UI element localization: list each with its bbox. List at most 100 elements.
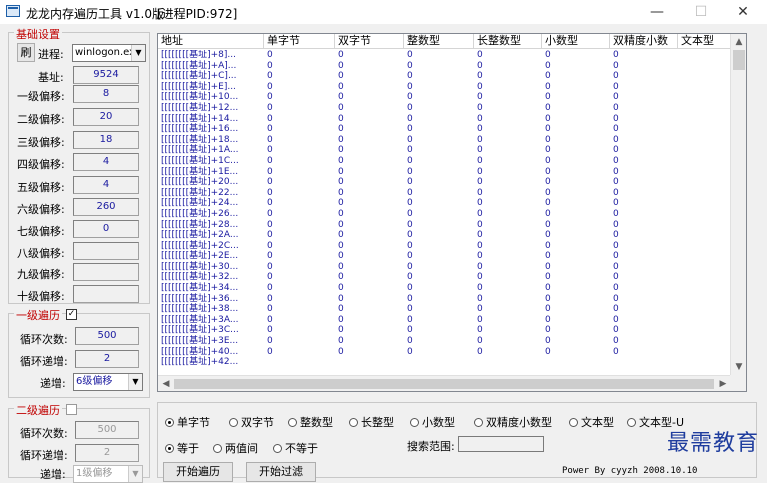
level1-checkbox[interactable]: ✓ [66, 309, 77, 320]
level2-checkbox[interactable] [66, 404, 77, 415]
scroll-right-icon[interactable]: ▶ [715, 376, 731, 391]
table-row[interactable]: [[[[[[[[基址]+30... 0 0 0 0 0 0 [158, 262, 731, 273]
value-cell: 0 [477, 134, 483, 145]
type-radio[interactable]: 文本型 [569, 414, 614, 430]
scroll-up-icon[interactable]: ▲ [731, 34, 746, 50]
start-filter-button[interactable]: 开始过滤 [246, 462, 316, 482]
table-row[interactable]: [[[[[[[[基址]+28... 0 0 0 0 0 0 [158, 220, 731, 231]
start-traverse-button[interactable]: 开始遍历 [163, 462, 233, 482]
value-cell: 0 [477, 272, 483, 283]
close-button[interactable]: ✕ [721, 0, 765, 24]
level2-inc-select[interactable]: 1级偏移 ▼ [73, 465, 143, 483]
table-row[interactable]: [[[[[[[[基址]+10... 0 0 0 0 0 0 [158, 92, 731, 103]
level2-count-field[interactable]: 500 [75, 421, 139, 439]
horizontal-scrollbar[interactable]: ◀ ▶ [158, 375, 731, 391]
table-row[interactable]: [[[[[[[[基址]+32... 0 0 0 0 0 0 [158, 272, 731, 283]
table-row[interactable]: [[[[[[[[基址]+22... 0 0 0 0 0 0 [158, 188, 731, 199]
offset-field[interactable] [73, 263, 139, 281]
offset-field[interactable]: 20 [73, 108, 139, 126]
offset-field[interactable]: 0 [73, 220, 139, 238]
vertical-scrollbar[interactable]: ▲ ▼ [730, 34, 746, 375]
table-row[interactable]: [[[[[[[[基址]+1E... 0 0 0 0 0 0 [158, 167, 731, 178]
value-cell: 0 [477, 177, 483, 188]
level1-inc-select[interactable]: 6级偏移 ▼ [73, 373, 143, 391]
table-row[interactable]: [[[[[[[[基址]+40... 0 0 0 0 0 0 [158, 347, 731, 358]
table-row[interactable]: [[[[[[[[基址]+1A... 0 0 0 0 0 0 [158, 145, 731, 156]
table-row[interactable]: [[[[[[[[基址]+3E... 0 0 0 0 0 0 [158, 336, 731, 347]
table-row[interactable]: [[[[[[[[基址]+38... 0 0 0 0 0 0 [158, 304, 731, 315]
address-cell: [[[[[[[[基址]+32... [161, 272, 239, 283]
table-row[interactable]: [[[[[[[[基址]+A]... 0 0 0 0 0 0 [158, 61, 731, 72]
table-row[interactable]: [[[[[[[[基址]+C]... 0 0 0 0 0 0 [158, 71, 731, 82]
process-select[interactable]: winlogon.ex ▼ [72, 44, 146, 62]
value-cell: 0 [613, 145, 619, 156]
table-row[interactable]: [[[[[[[[基址]+12... 0 0 0 0 0 0 [158, 103, 731, 114]
table-row[interactable]: [[[[[[[[基址]+3A... 0 0 0 0 0 0 [158, 315, 731, 326]
scroll-down-icon[interactable]: ▼ [731, 359, 746, 375]
column-header[interactable]: 小数型 [542, 34, 610, 49]
table-row[interactable]: [[[[[[[[基址]+8]... 0 0 0 0 0 0 [158, 50, 731, 61]
table-body: [[[[[[[[基址]+8]... 0 0 0 0 0 0 [[[[[[[[基址]+A]...… [158, 50, 731, 376]
column-header[interactable]: 双精度小数 [610, 34, 678, 49]
offset-field[interactable]: 4 [73, 176, 139, 194]
level2-step-field[interactable]: 2 [75, 444, 139, 462]
type-radio[interactable]: 双字节 [229, 414, 274, 430]
table-row[interactable]: [[[[[[[[基址]+2A... 0 0 0 0 0 0 [158, 230, 731, 241]
base-field[interactable]: 9524 [73, 66, 139, 84]
column-header[interactable]: 单字节 [264, 34, 335, 49]
column-header[interactable]: 地址 [158, 34, 264, 49]
results-table[interactable]: 地址 单字节 双字节 整数型 长整数型 小数型 双精度小数 文本型 [[[[[[[[基址]+8… [157, 33, 747, 392]
offset-field[interactable]: 260 [73, 198, 139, 216]
offset-field[interactable]: 4 [73, 153, 139, 171]
maximize-button[interactable]: ☐ [679, 0, 723, 24]
table-row[interactable]: [[[[[[[[基址]+42... [158, 357, 731, 368]
horizontal-scroll-thumb[interactable] [174, 379, 714, 389]
column-header[interactable]: 整数型 [404, 34, 474, 49]
address-cell: [[[[[[[[基址]+40... [161, 346, 239, 357]
value-cell: 0 [613, 92, 619, 103]
type-radio[interactable]: 长整型 [349, 414, 394, 430]
type-radio[interactable]: 单字节 [165, 414, 210, 430]
offset-field[interactable] [73, 242, 139, 260]
table-row[interactable]: [[[[[[[[基址]+34... 0 0 0 0 0 0 [158, 283, 731, 294]
value-cell: 0 [267, 208, 273, 219]
scroll-left-icon[interactable]: ◀ [158, 376, 174, 391]
offset-field[interactable]: 8 [73, 85, 139, 103]
level1-inc-label: 递增: [40, 377, 66, 390]
minimize-button[interactable]: — [635, 0, 679, 24]
type-radio[interactable]: 双精度小数型 [474, 414, 552, 430]
offset-field[interactable]: 18 [73, 131, 139, 149]
level1-count-field[interactable]: 500 [75, 327, 139, 345]
table-row[interactable]: [[[[[[[[基址]+18... 0 0 0 0 0 0 [158, 135, 731, 146]
compare-radio[interactable]: 两值间 [213, 440, 258, 456]
refresh-process-button[interactable]: 刷 [17, 43, 35, 62]
table-row[interactable]: [[[[[[[[基址]+3C... 0 0 0 0 0 0 [158, 325, 731, 336]
compare-radio[interactable]: 等于 [165, 440, 199, 456]
value-cell: 0 [613, 50, 619, 60]
table-row[interactable]: [[[[[[[[基址]+26... 0 0 0 0 0 0 [158, 209, 731, 220]
table-row[interactable]: [[[[[[[[基址]+1C... 0 0 0 0 0 0 [158, 156, 731, 167]
table-row[interactable]: [[[[[[[[基址]+16... 0 0 0 0 0 0 [158, 124, 731, 135]
value-cell: 0 [545, 102, 551, 113]
column-header[interactable]: 长整数型 [474, 34, 542, 49]
vertical-scroll-thumb[interactable] [733, 50, 745, 70]
offset-field[interactable] [73, 285, 139, 303]
type-radio[interactable]: 整数型 [288, 414, 333, 430]
table-row[interactable]: [[[[[[[[基址]+36... 0 0 0 0 0 0 [158, 294, 731, 305]
value-cell: 0 [545, 92, 551, 103]
table-row[interactable]: [[[[[[[[基址]+20... 0 0 0 0 0 0 [158, 177, 731, 188]
table-row[interactable]: [[[[[[[[基址]+2E... 0 0 0 0 0 0 [158, 251, 731, 262]
address-cell: [[[[[[[[基址]+A]... [161, 60, 237, 71]
table-row[interactable]: [[[[[[[[基址]+24... 0 0 0 0 0 0 [158, 198, 731, 209]
search-range-field[interactable] [458, 436, 544, 452]
table-row[interactable]: [[[[[[[[基址]+14... 0 0 0 0 0 0 [158, 114, 731, 125]
type-radio[interactable]: 小数型 [410, 414, 455, 430]
column-header[interactable]: 双字节 [335, 34, 404, 49]
address-cell: [[[[[[[[基址]+1C... [161, 155, 239, 166]
table-row[interactable]: [[[[[[[[基址]+E]... 0 0 0 0 0 0 [158, 82, 731, 93]
table-row[interactable]: [[[[[[[[基址]+2C... 0 0 0 0 0 0 [158, 241, 731, 252]
column-header[interactable]: 文本型 [678, 34, 731, 49]
value-cell: 0 [613, 102, 619, 113]
level1-step-field[interactable]: 2 [75, 350, 139, 368]
compare-radio[interactable]: 不等于 [273, 440, 318, 456]
